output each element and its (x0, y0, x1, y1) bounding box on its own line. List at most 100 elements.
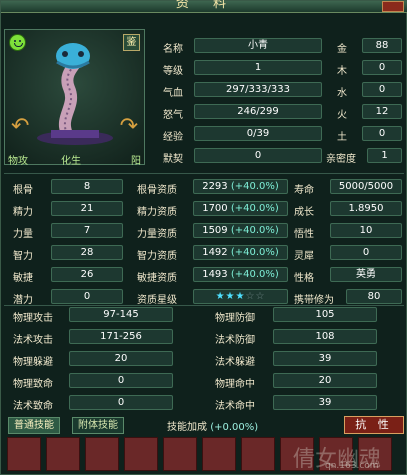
skill-slot[interactable] (46, 437, 80, 471)
element-label-water: 水 (337, 88, 347, 99)
combat-label: 法术攻击 (13, 335, 53, 346)
stat-value-strength: 7 (51, 223, 123, 238)
apt-value-constitution: 2293 (+40.0%) (193, 179, 288, 194)
exp-value: 0/39 (194, 126, 322, 141)
stat-label-constitution: 根骨 (13, 185, 33, 196)
name-label: 名称 (163, 44, 183, 55)
skill-slot[interactable] (163, 437, 197, 471)
combat-value: 39 (273, 395, 377, 410)
level-label: 等级 (163, 66, 183, 77)
element-label-metal: 金 (337, 44, 347, 55)
combat-label: 法术躲避 (215, 357, 255, 368)
apt-label-intellect: 智力资质 (137, 251, 177, 262)
element-label-earth: 土 (337, 132, 347, 143)
element-value-metal: 88 (362, 38, 402, 53)
tab-attached-skills[interactable]: 附体技能 (72, 417, 124, 434)
tacit-label: 默契 (163, 154, 183, 165)
lingxi-value: 0 (330, 245, 402, 260)
combat-value: 171-256 (69, 329, 173, 344)
comprehension-label: 悟性 (294, 229, 314, 240)
combat-label: 法术防御 (215, 335, 255, 346)
star-rating: ★★★☆☆ (193, 289, 288, 304)
appraise-button[interactable]: 鉴 (123, 34, 140, 51)
stat-value-intellect: 28 (51, 245, 123, 260)
apt-label-energy: 精力资质 (137, 207, 177, 218)
skill-slot[interactable] (7, 437, 41, 471)
watermark-site: qn.163.com (325, 461, 379, 471)
skill-slot[interactable] (124, 437, 158, 471)
divider (4, 305, 404, 306)
combat-value: 97-145 (69, 307, 173, 322)
combat-value: 39 (273, 351, 377, 366)
stat-label-strength: 力量 (13, 229, 33, 240)
rage-value: 246/299 (194, 104, 322, 119)
combat-label: 物理命中 (215, 379, 255, 390)
star-icon: ★ (215, 291, 226, 302)
pet-portrait: 鉴 ↶ ↷ 物攻 化生 阳 (4, 29, 145, 167)
apt-value-agility: 1493 (+40.0%) (193, 267, 288, 282)
combat-label: 法术命中 (215, 401, 255, 412)
skill-slot[interactable] (241, 437, 275, 471)
skill-slot[interactable] (202, 437, 236, 471)
hp-value: 297/333/333 (194, 82, 322, 97)
title-bar[interactable]: 资 料 (1, 0, 407, 13)
stat-label-intellect: 智力 (13, 251, 33, 262)
comprehension-value: 10 (330, 223, 402, 238)
potential-label: 潜力 (13, 295, 33, 306)
apt-value-energy: 1700 (+40.0%) (193, 201, 288, 216)
combat-value: 20 (273, 373, 377, 388)
lingxi-label: 灵犀 (294, 251, 314, 262)
lifespan-label: 寿命 (294, 185, 314, 196)
combat-value: 108 (273, 329, 377, 344)
element-label-wood: 木 (337, 66, 347, 77)
rotate-right-icon[interactable]: ↷ (120, 116, 138, 138)
element-value-fire: 12 (362, 104, 402, 119)
character-value: 英勇 (330, 267, 402, 282)
stat-value-energy: 21 (51, 201, 123, 216)
combat-value: 20 (69, 351, 173, 366)
pet-info-window: 资 料 鉴 ↶ ↷ 物攻 化生 阳 名称 小青 等级 1 气血 297/333/… (0, 0, 407, 475)
stat-value-agility: 26 (51, 267, 123, 282)
growth-value: 1.8950 (330, 201, 402, 216)
attack-type-tag: 物攻 (8, 156, 28, 167)
cultivation-value: 80 (346, 289, 402, 304)
rotate-left-icon[interactable]: ↶ (11, 116, 29, 138)
apt-label-agility: 敏捷资质 (137, 273, 177, 284)
apt-value-intellect: 1492 (+40.0%) (193, 245, 288, 260)
apt-label-constitution: 根骨资质 (137, 185, 177, 196)
tacit-value: 0 (194, 148, 322, 163)
growth-label: 成长 (294, 207, 314, 218)
combat-label: 物理躲避 (13, 357, 53, 368)
apt-label-strength: 力量资质 (137, 229, 177, 240)
star-icon: ★ (225, 291, 236, 302)
stat-label-agility: 敏捷 (13, 273, 33, 284)
character-label: 性格 (294, 273, 314, 284)
intimacy-label: 亲密度 (326, 154, 356, 165)
combat-label: 物理攻击 (13, 313, 53, 324)
yinyang-tag: 阳 (131, 156, 141, 167)
rage-label: 怒气 (163, 110, 183, 121)
potential-value: 0 (51, 289, 123, 304)
tab-normal-skills[interactable]: 普通技能 (8, 417, 60, 434)
growth-type-tag: 化生 (61, 156, 81, 167)
intimacy-value: 1 (367, 148, 402, 163)
cultivation-label: 携带修为 (294, 295, 334, 306)
skill-slot[interactable] (85, 437, 119, 471)
window-title: 资 料 (175, 0, 237, 11)
element-value-water: 0 (362, 82, 402, 97)
combat-label: 物理防御 (215, 313, 255, 324)
close-icon[interactable] (382, 1, 404, 12)
hp-label: 气血 (163, 88, 183, 99)
stat-value-constitution: 8 (51, 179, 123, 194)
exp-label: 经验 (163, 132, 183, 143)
combat-value: 105 (273, 307, 377, 322)
divider (4, 173, 404, 174)
apt-value-strength: 1509 (+40.0%) (193, 223, 288, 238)
combat-label: 物理致命 (13, 379, 53, 390)
mood-smile-icon[interactable] (9, 34, 26, 51)
stat-label-energy: 精力 (13, 207, 33, 218)
name-value[interactable]: 小青 (194, 38, 322, 53)
element-label-fire: 火 (337, 110, 347, 121)
resistance-button[interactable]: 抗 性 (344, 416, 404, 434)
skill-bonus: 技能加成 (+0.00%) (167, 422, 259, 433)
